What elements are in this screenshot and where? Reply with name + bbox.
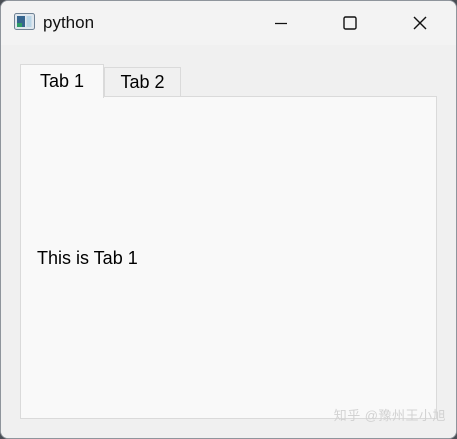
tab-2[interactable]: Tab 2	[104, 67, 181, 97]
minimize-button[interactable]	[246, 1, 316, 45]
tab-1[interactable]: Tab 1	[20, 64, 104, 98]
title-bar[interactable]: python	[1, 1, 456, 45]
tab-1-label: Tab 1	[39, 71, 85, 91]
application-window: python Tab 1 Tab 2 This is Tab 1 知乎 @豫州王…	[0, 0, 457, 439]
python-app-icon	[14, 13, 35, 30]
close-button[interactable]	[385, 1, 455, 45]
client-area: Tab 1 Tab 2 This is Tab 1	[1, 45, 456, 438]
watermark: 知乎 @豫州王小旭	[333, 408, 446, 423]
maximize-icon	[343, 16, 357, 30]
tab-pane: This is Tab 1	[20, 96, 437, 419]
window-title: python	[43, 13, 95, 32]
tab-content-label: This is Tab 1	[37, 248, 138, 268]
tab-2-label: Tab 2	[120, 72, 165, 92]
close-icon	[413, 16, 427, 30]
maximize-button[interactable]	[315, 1, 385, 45]
minimize-icon	[275, 22, 287, 25]
